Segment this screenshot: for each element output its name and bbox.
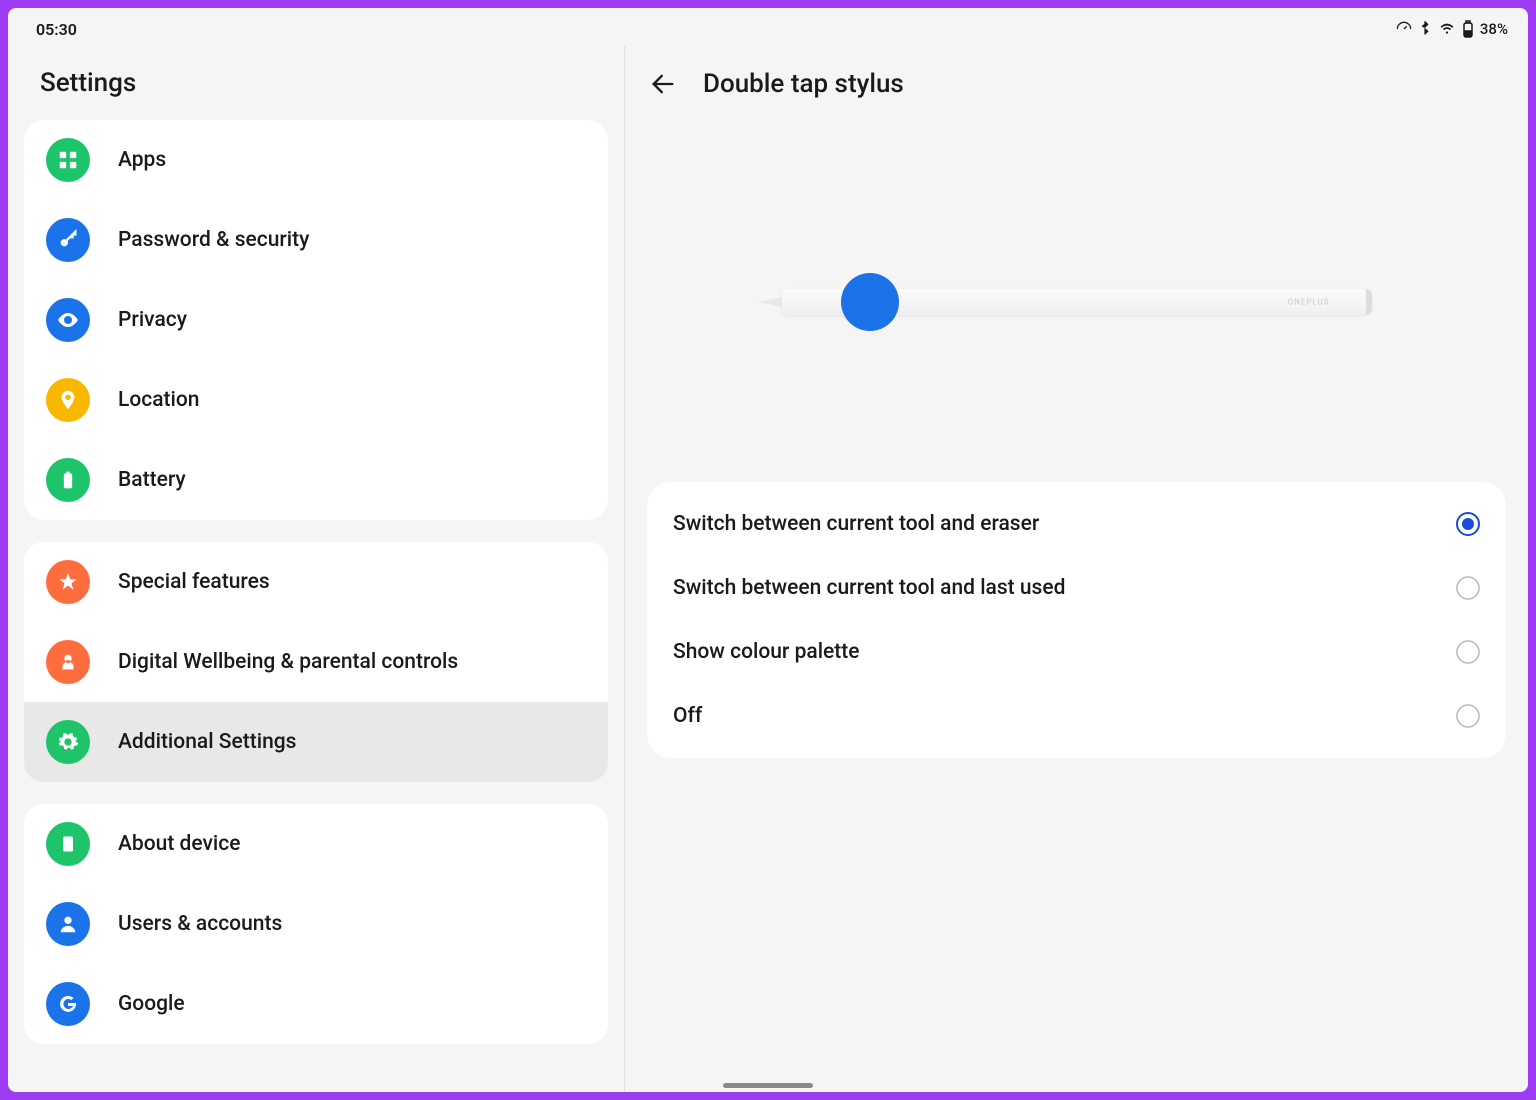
stylus-body: ONEPLUS xyxy=(782,289,1372,315)
option-label: Show colour palette xyxy=(673,640,860,664)
settings-group: About device Users & accounts Google xyxy=(24,804,608,1044)
settings-group: Apps Password & security Privacy Location Ba… xyxy=(24,120,608,520)
g-icon xyxy=(46,982,90,1026)
wifi-icon xyxy=(1438,22,1456,36)
nav-handle[interactable] xyxy=(723,1083,813,1088)
heart-icon xyxy=(46,640,90,684)
speed-icon xyxy=(1396,21,1412,37)
option-label: Switch between current tool and last use… xyxy=(673,576,1065,600)
settings-sidebar: Settings Apps Password & security Privacy L… xyxy=(8,46,625,1092)
sidebar-item-label: Password & security xyxy=(118,228,309,252)
sidebar-item-label: Google xyxy=(118,992,185,1016)
stylus-illustration: ONEPLUS xyxy=(625,122,1528,482)
option-eraser[interactable]: Switch between current tool and eraser xyxy=(647,492,1506,556)
gear-icon xyxy=(46,720,90,764)
sidebar-item-additional[interactable]: Additional Settings xyxy=(24,702,608,782)
stylus-end xyxy=(1366,289,1372,315)
main-header: Double tap stylus xyxy=(625,46,1528,122)
user-icon xyxy=(46,902,90,946)
sidebar-item-password[interactable]: Password & security xyxy=(24,200,608,280)
eye-icon xyxy=(46,298,90,342)
sidebar-item-label: Additional Settings xyxy=(118,730,297,754)
status-time: 05:30 xyxy=(36,20,77,39)
option-palette[interactable]: Show colour palette xyxy=(647,620,1506,684)
arrow-left-icon xyxy=(649,70,677,98)
radio-button[interactable] xyxy=(1456,704,1480,728)
sidebar-item-wellbeing[interactable]: Digital Wellbeing & parental controls xyxy=(24,622,608,702)
device-frame: 05:30 38% Settings Apps Password & securi… xyxy=(8,8,1528,1092)
sidebar-item-label: About device xyxy=(118,832,240,856)
main-panel: Double tap stylus ONEPLUS Switch between… xyxy=(625,46,1528,1092)
radio-button[interactable] xyxy=(1456,640,1480,664)
settings-group: Special features Digital Wellbeing & pare… xyxy=(24,542,608,782)
sidebar-item-label: Digital Wellbeing & parental controls xyxy=(118,650,458,674)
battery-icon xyxy=(46,458,90,502)
sidebar-item-label: Users & accounts xyxy=(118,912,282,936)
tap-indicator-dot xyxy=(841,273,899,331)
key-icon xyxy=(46,218,90,262)
status-indicators: 38% xyxy=(1396,20,1508,38)
sidebar-item-label: Apps xyxy=(118,148,166,172)
options-card: Switch between current tool and eraser Sw… xyxy=(647,482,1506,758)
sidebar-title: Settings xyxy=(8,46,624,120)
option-label: Off xyxy=(673,704,702,728)
sidebar-item-label: Special features xyxy=(118,570,270,594)
sidebar-item-label: Battery xyxy=(118,468,186,492)
stylus-brand: ONEPLUS xyxy=(1288,298,1330,307)
option-label: Switch between current tool and eraser xyxy=(673,512,1039,536)
page-title: Double tap stylus xyxy=(703,69,904,99)
apps-icon xyxy=(46,138,90,182)
device-icon xyxy=(46,822,90,866)
bluetooth-icon xyxy=(1418,21,1432,37)
battery-percent: 38% xyxy=(1480,20,1508,38)
sidebar-item-special[interactable]: Special features xyxy=(24,542,608,622)
stylus-tip xyxy=(758,297,782,307)
sidebar-item-location[interactable]: Location xyxy=(24,360,608,440)
option-last[interactable]: Switch between current tool and last use… xyxy=(647,556,1506,620)
sidebar-item-google[interactable]: Google xyxy=(24,964,608,1044)
radio-button[interactable] xyxy=(1456,512,1480,536)
star-icon xyxy=(46,560,90,604)
sidebar-item-label: Privacy xyxy=(118,308,187,332)
status-bar: 05:30 38% xyxy=(8,8,1528,46)
sidebar-item-privacy[interactable]: Privacy xyxy=(24,280,608,360)
back-button[interactable] xyxy=(647,68,679,100)
sidebar-item-users[interactable]: Users & accounts xyxy=(24,884,608,964)
pin-icon xyxy=(46,378,90,422)
option-off[interactable]: Off xyxy=(647,684,1506,748)
sidebar-item-apps[interactable]: Apps xyxy=(24,120,608,200)
sidebar-item-label: Location xyxy=(118,388,200,412)
sidebar-item-battery[interactable]: Battery xyxy=(24,440,608,520)
sidebar-item-about[interactable]: About device xyxy=(24,804,608,884)
battery-icon xyxy=(1462,20,1474,38)
radio-button[interactable] xyxy=(1456,576,1480,600)
